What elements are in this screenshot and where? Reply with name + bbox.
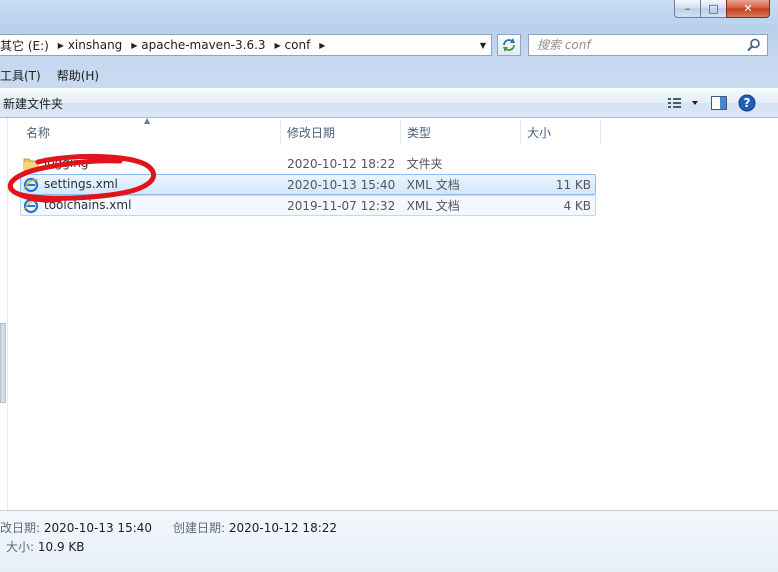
column-name-label: 名称 <box>26 126 51 140</box>
detail-size-label: 大小: <box>6 540 35 554</box>
details-pane: 改日期: 2020-10-13 15:40 创建日期: 2020-10-12 1… <box>0 510 778 572</box>
navigation-pane-edge[interactable] <box>0 118 8 510</box>
file-size <box>520 154 595 173</box>
column-size-label: 大小 <box>527 126 552 140</box>
refresh-button[interactable] <box>497 34 521 56</box>
ie-xml-icon <box>23 177 39 192</box>
file-list-pane: ▲ 名称 修改日期 类型 大小 logging 2020-10-12 18:22… <box>8 116 778 510</box>
column-modified-label: 修改日期 <box>287 126 336 140</box>
breadcrumb-label: conf <box>284 38 311 52</box>
file-name: toolchains.xml <box>44 198 132 212</box>
breadcrumb-separator-icon[interactable]: ▶ <box>271 41 285 50</box>
detail-created-value: 2020-10-12 18:22 <box>228 521 338 535</box>
explorer-window: – □ ✕ 其它 (E:) ▶ xinshang ▶ apache-maven-… <box>0 0 778 572</box>
menu-bar: 工具(T) 帮助(H) <box>0 64 778 86</box>
detail-modified-value: 2020-10-13 15:40 <box>43 521 153 535</box>
file-name: logging <box>44 156 89 170</box>
breadcrumb-separator-icon[interactable]: ▶ <box>315 41 329 50</box>
menu-help[interactable]: 帮助(H) <box>57 67 107 84</box>
column-header: ▲ 名称 修改日期 类型 大小 <box>20 116 601 144</box>
file-type: 文件夹 <box>406 157 443 171</box>
window-caption-buttons: – □ ✕ <box>674 0 770 18</box>
file-modified: 2019-11-07 12:32 <box>287 199 396 213</box>
folder-icon <box>23 158 39 170</box>
column-modified[interactable]: 修改日期 <box>281 120 401 144</box>
file-rows: logging 2020-10-12 18:22 文件夹 settings.xm… <box>20 153 596 216</box>
menu-tools[interactable]: 工具(T) <box>0 67 49 84</box>
breadcrumb-label: xinshang <box>67 38 123 52</box>
file-modified: 2020-10-13 15:40 <box>287 178 396 192</box>
file-size: 11 KB <box>555 178 592 192</box>
chevron-down-icon[interactable]: ▼ <box>475 35 491 55</box>
search-input[interactable] <box>529 36 747 54</box>
file-name-cell: logging <box>21 154 281 173</box>
preview-pane-icon <box>711 96 727 110</box>
file-row-settings-xml[interactable]: settings.xml 2020-10-13 15:40 XML 文档 11 … <box>20 174 596 195</box>
help-button[interactable]: ? <box>736 93 758 113</box>
file-row-logging[interactable]: logging 2020-10-12 18:22 文件夹 <box>20 153 596 174</box>
ie-xml-icon <box>23 198 39 213</box>
column-size[interactable]: 大小 <box>521 120 601 144</box>
detail-modified: 改日期: 2020-10-13 15:40 <box>0 519 152 536</box>
minimize-button[interactable]: – <box>674 0 700 18</box>
file-name: settings.xml <box>44 177 118 191</box>
address-bar[interactable]: 其它 (E:) ▶ xinshang ▶ apache-maven-3.6.3 … <box>0 34 492 56</box>
breadcrumb-label: 其它 (E:) <box>0 38 49 53</box>
detail-created: 创建日期: 2020-10-12 18:22 <box>173 519 337 536</box>
breadcrumb-xinshang[interactable]: xinshang ▶ <box>68 35 141 55</box>
file-name-cell: toolchains.xml <box>21 196 281 215</box>
maximize-button[interactable]: □ <box>700 0 726 18</box>
detail-size-value: 10.9 KB <box>37 540 85 554</box>
detail-created-label: 创建日期: <box>173 521 226 535</box>
breadcrumb-conf[interactable]: conf ▶ <box>285 35 330 55</box>
breadcrumb-separator-icon[interactable]: ▶ <box>54 41 68 50</box>
search-icon[interactable] <box>747 38 761 52</box>
breadcrumb-label: apache-maven-3.6.3 <box>141 38 266 52</box>
column-name[interactable]: ▲ 名称 <box>20 116 281 144</box>
close-button[interactable]: ✕ <box>726 0 770 18</box>
detail-modified-label: 改日期: <box>0 521 41 535</box>
file-type: XML 文档 <box>406 199 460 213</box>
file-name-cell: settings.xml <box>21 175 281 194</box>
new-folder-button[interactable]: 新建文件夹 <box>0 95 63 112</box>
file-type: XML 文档 <box>406 178 460 192</box>
breadcrumb-drive[interactable]: 其它 (E:) ▶ <box>0 35 68 55</box>
refresh-icon <box>503 38 515 52</box>
breadcrumb-separator-icon[interactable]: ▶ <box>127 41 141 50</box>
file-modified: 2020-10-12 18:22 <box>287 157 396 171</box>
breadcrumb-apache-maven[interactable]: apache-maven-3.6.3 ▶ <box>141 35 284 55</box>
help-icon: ? <box>738 94 756 112</box>
command-toolbar: 新建文件夹 ? <box>0 88 778 118</box>
file-size: 4 KB <box>563 199 592 213</box>
column-type-label: 类型 <box>407 126 432 140</box>
preview-pane-button[interactable] <box>708 93 730 113</box>
view-options-button[interactable] <box>666 93 702 113</box>
sort-ascending-icon: ▲ <box>144 116 151 125</box>
view-options-icon <box>668 98 698 108</box>
column-type[interactable]: 类型 <box>401 120 521 144</box>
search-box[interactable] <box>528 34 768 56</box>
navigation-scrollbar-thumb[interactable] <box>0 323 6 403</box>
file-row-toolchains-xml[interactable]: toolchains.xml 2019-11-07 12:32 XML 文档 4… <box>20 195 596 216</box>
detail-size: 大小: 10.9 KB <box>6 538 85 555</box>
svg-text:?: ? <box>744 96 751 110</box>
